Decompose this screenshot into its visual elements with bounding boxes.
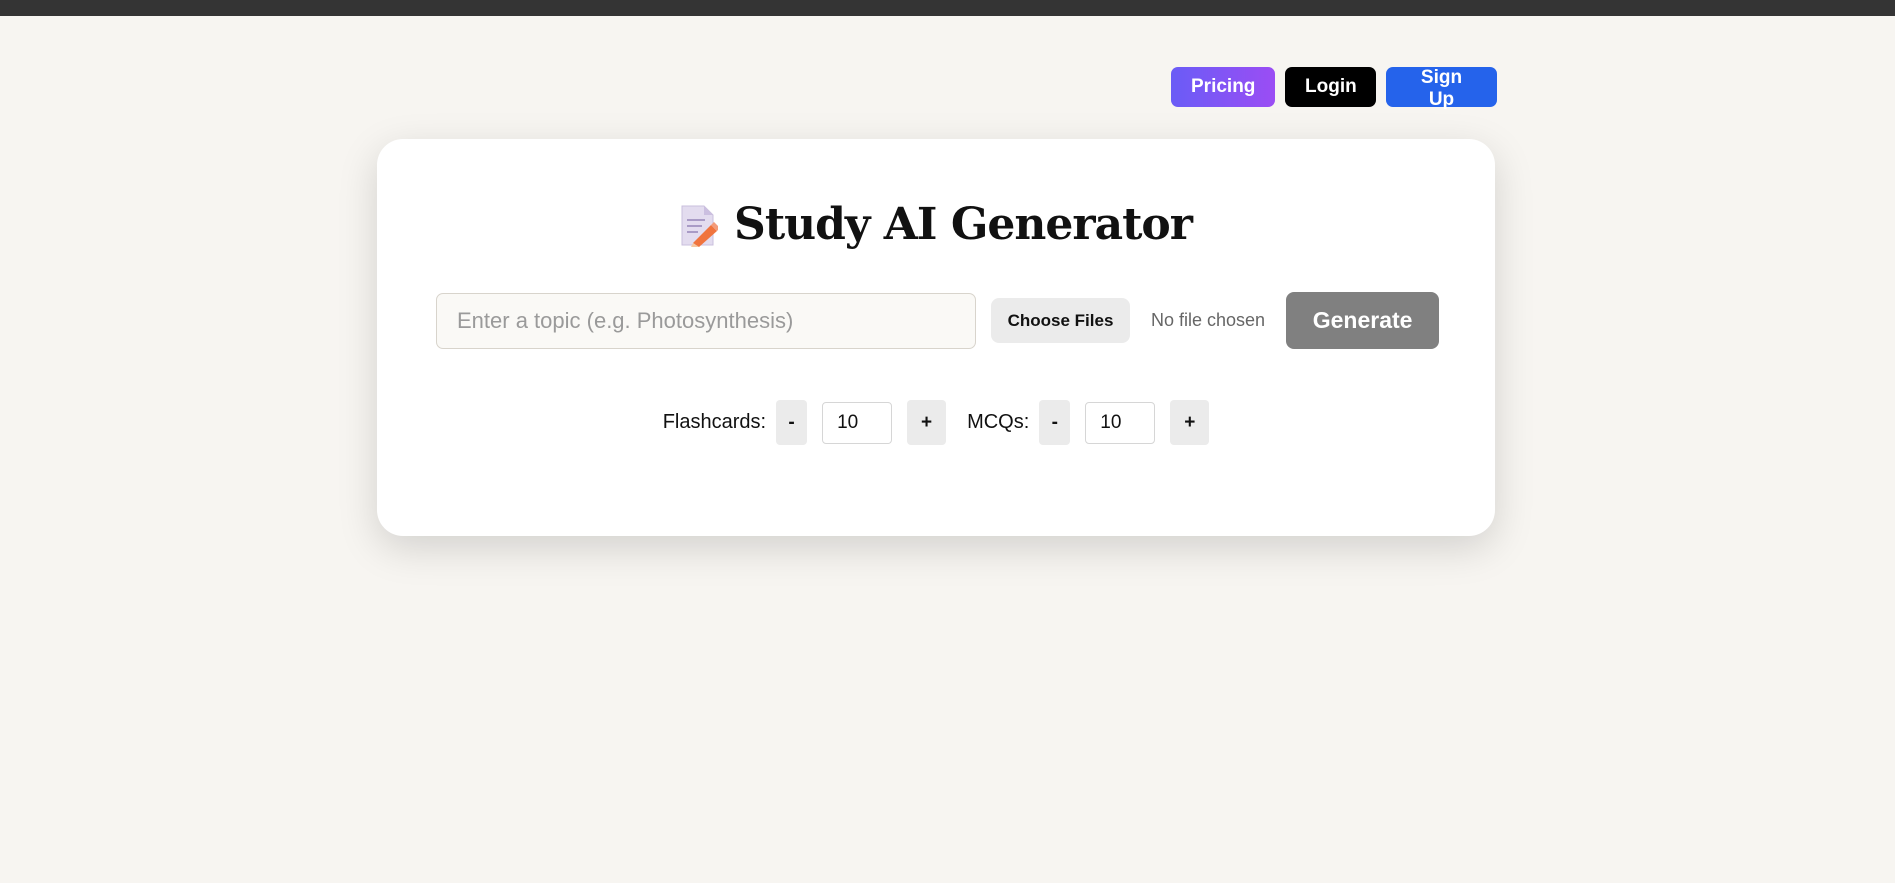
flashcards-count-input[interactable] bbox=[822, 401, 893, 444]
page-title: Study AI Generator bbox=[734, 199, 1193, 250]
mcqs-label: MCQs: bbox=[967, 411, 1030, 433]
browser-top-bar bbox=[0, 0, 1895, 16]
flashcards-label: Flashcards: bbox=[662, 411, 767, 433]
mcqs-decrement-button[interactable]: - bbox=[1039, 400, 1071, 445]
top-nav: Pricing Login Sign Up bbox=[1171, 67, 1497, 110]
mcqs-count-input[interactable] bbox=[1085, 401, 1156, 444]
sign-up-button[interactable]: Sign Up bbox=[1386, 67, 1497, 110]
choose-files-button[interactable]: Choose Files bbox=[991, 298, 1130, 343]
input-row: Choose Files No file chosen Generate bbox=[436, 292, 1440, 349]
counts-row: Flashcards: - + MCQs: - + bbox=[377, 400, 1495, 445]
flashcards-decrement-button[interactable]: - bbox=[776, 400, 808, 445]
generate-button[interactable]: Generate bbox=[1286, 292, 1440, 349]
mcqs-increment-button[interactable]: + bbox=[1170, 400, 1210, 445]
pricing-button[interactable]: Pricing bbox=[1171, 67, 1275, 107]
memo-icon bbox=[680, 203, 721, 247]
login-button[interactable]: Login bbox=[1285, 67, 1376, 107]
file-status-text: No file chosen bbox=[1151, 310, 1266, 330]
flashcards-increment-button[interactable]: + bbox=[907, 400, 947, 445]
topic-input[interactable] bbox=[436, 292, 976, 349]
title-row: Study AI Generator bbox=[377, 199, 1495, 250]
generator-card: Study AI Generator Choose Files No file … bbox=[377, 139, 1495, 536]
